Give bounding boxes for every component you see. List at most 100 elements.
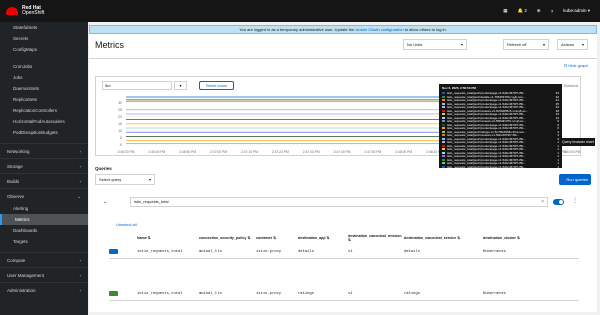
query-expression-input[interactable]: istio_requests_total × <box>130 197 548 207</box>
sidebar-item-hpa[interactable]: HorizontalPodAutoscalers <box>0 116 88 127</box>
series-color-swatch[interactable] <box>109 291 118 296</box>
cell: v1 <box>348 249 353 254</box>
sidebar-item-secrets[interactable]: Secrets <box>0 33 88 44</box>
sidebar-section-compute[interactable]: Compute › <box>0 252 88 267</box>
x-tick-label: 2:47:30 PM <box>303 150 320 154</box>
alert-text-after: to allow others to log in. <box>403 27 447 32</box>
clear-icon[interactable]: × <box>541 198 544 206</box>
series-swatch <box>442 144 445 147</box>
brand-bottom: OpenShift <box>22 10 45 16</box>
table-row[interactable]: istio_requests_total mutual_tls istio-pr… <box>109 287 579 301</box>
section-label: Administration <box>7 288 36 293</box>
col-header-app[interactable]: destination_app ⇅ <box>298 236 348 240</box>
y-tick-label: 25 <box>118 108 122 112</box>
sidebar-item-replicasets[interactable]: ReplicaSets <box>0 94 88 105</box>
sidebar-section-observe[interactable]: Observe ⌄ <box>0 188 88 203</box>
sidebar-item-jobs[interactable]: Jobs <box>0 72 88 83</box>
refresh-dropdown[interactable]: Refresh off ▾ <box>503 39 549 50</box>
notifications-button[interactable]: 🔔 2 <box>518 8 527 14</box>
series-color-swatch[interactable] <box>109 249 118 254</box>
series-swatch <box>442 148 445 151</box>
series-swatch <box>442 127 445 130</box>
query-enable-toggle[interactable] <box>553 199 564 205</box>
page-title: Metrics <box>95 40 124 50</box>
series-swatch <box>442 120 445 123</box>
actions-dropdown[interactable]: Actions ▾ <box>557 39 588 50</box>
series-swatch <box>442 141 445 144</box>
sidebar-section-networking[interactable]: Networking › <box>0 143 88 158</box>
series-swatch <box>442 123 445 126</box>
sidebar-section-user-management[interactable]: User Management › <box>0 267 88 282</box>
hide-graph-button[interactable]: ⊡ Hide graph <box>564 63 588 68</box>
page-header: Metrics No Units ▾ Refresh off ▾ Actions ▾ <box>89 34 597 59</box>
openshift-logo[interactable]: Red Hat OpenShift <box>6 5 45 17</box>
y-tick-label: 30 <box>118 101 122 105</box>
tooltip-rows: istio_requests_total{pod=productpage-v1-… <box>442 91 559 169</box>
chevron-down-icon: ⌄ <box>77 194 81 199</box>
section-label: Builds <box>7 179 20 184</box>
tooltip-series-name: istio_requests_total{pod=productpage-v1-… <box>447 164 526 169</box>
sidebar-item-metrics[interactable]: Metrics <box>0 214 88 225</box>
col-header-revision[interactable]: destination_canonical_revision ⇅ <box>348 234 404 242</box>
sidebar-item-targets[interactable]: Targets <box>0 236 88 247</box>
col-header-name[interactable]: Name ⇅ <box>137 236 199 240</box>
sidebar-item-configmaps[interactable]: ConfigMaps <box>0 44 88 55</box>
sidebar-item-statefulsets[interactable]: StatefulSets <box>0 22 88 33</box>
help-icon[interactable]: ? <box>551 9 554 14</box>
notification-count: 2 <box>524 8 527 13</box>
col-header-cluster[interactable]: destination_cluster ⇅ <box>483 236 579 240</box>
section-label: Observe <box>7 194 25 199</box>
add-icon[interactable]: ⊕ <box>537 8 541 14</box>
col-header-container[interactable]: container ⇅ <box>256 236 298 240</box>
table-header: Name ⇅ connection_security_policy ⇅ cont… <box>109 231 579 245</box>
sidebar-section-storage[interactable]: Storage › <box>0 158 88 173</box>
caret-down-icon: ▾ <box>148 177 151 182</box>
query-browser-tooltip: Query browser chart <box>560 138 595 146</box>
x-tick-label: 2:47:00 PM <box>210 150 227 154</box>
cell: mutual_tls <box>199 249 222 254</box>
cell: istio_requests_total <box>137 291 183 296</box>
x-tick-label: 2:47:50 PM <box>364 150 381 154</box>
chevron-down-icon[interactable]: ⌄ <box>103 199 107 205</box>
series-table: Name ⇅ connection_security_policy ⇅ cont… <box>109 231 579 301</box>
chevron-right-icon: › <box>79 179 82 184</box>
series-swatch <box>442 158 445 161</box>
refresh-value: Refresh off <box>507 42 527 47</box>
series-swatch <box>442 116 445 119</box>
sidebar-item-daemonsets[interactable]: DaemonSets <box>0 83 88 94</box>
col-header-service[interactable]: destination_canonical_service ⇅ <box>404 236 483 240</box>
tooltip-row: istio_requests_total{pod=productpage-v1-… <box>442 165 559 169</box>
sidebar-item-alerting[interactable]: Alerting <box>0 203 88 214</box>
cell: ratings <box>298 291 314 296</box>
sidebar-item-replicationcontrollers[interactable]: ReplicationControllers <box>0 105 88 116</box>
user-menu[interactable]: kube:admin ▾ <box>563 8 590 14</box>
sidebar-section-administration[interactable]: Administration › <box>0 282 88 297</box>
sidebar-item-dashboards[interactable]: Dashboards <box>0 225 88 236</box>
run-queries-button[interactable]: Run queries <box>559 174 591 185</box>
x-tick-label: 2:46:50 PM <box>179 150 196 154</box>
sidebar-item-cronjobs[interactable]: CronJobs <box>0 61 88 72</box>
cell: Kubernetes <box>483 249 506 254</box>
chart-tooltip: Nov 6, 2025, 2:50:53 PM istio_requests_t… <box>439 84 562 169</box>
x-tick-label: 2:47:10 PM <box>241 150 258 154</box>
sidebar-item-pdb[interactable]: PodDisruptionBudgets <box>0 127 88 138</box>
oauth-config-link[interactable]: cluster OAuth configuration <box>355 27 403 32</box>
sidebar: StatefulSets Secrets ConfigMaps CronJobs… <box>0 22 88 315</box>
section-label: Networking <box>7 149 30 154</box>
cell: Kubernetes <box>483 291 506 296</box>
col-header-policy[interactable]: connection_security_policy ⇅ <box>199 236 256 240</box>
tooltip-series-value: 1 <box>557 164 559 169</box>
masthead: Red Hat OpenShift ▦ 🔔 2 ⊕ ? kube:admin ▾ <box>0 0 600 22</box>
unselect-all-link[interactable]: Unselect all <box>116 222 137 227</box>
kebab-menu-icon[interactable]: ⋮ <box>572 197 578 204</box>
table-row[interactable]: istio_requests_total mutual_tls istio-pr… <box>109 245 579 259</box>
user-name: kube:admin <box>563 8 587 13</box>
queries-label: Queries <box>95 166 112 171</box>
series-swatch <box>442 137 445 140</box>
app-launcher-icon[interactable]: ▦ <box>503 8 507 14</box>
sidebar-section-builds[interactable]: Builds › <box>0 173 88 188</box>
tooltip-time: Nov 6, 2025, 2:50:53 PM <box>442 86 476 90</box>
select-query-dropdown[interactable]: Select query ▾ <box>95 174 155 185</box>
x-tick-label: 2:47:40 PM <box>334 150 351 154</box>
units-dropdown[interactable]: No Units ▾ <box>403 39 467 50</box>
